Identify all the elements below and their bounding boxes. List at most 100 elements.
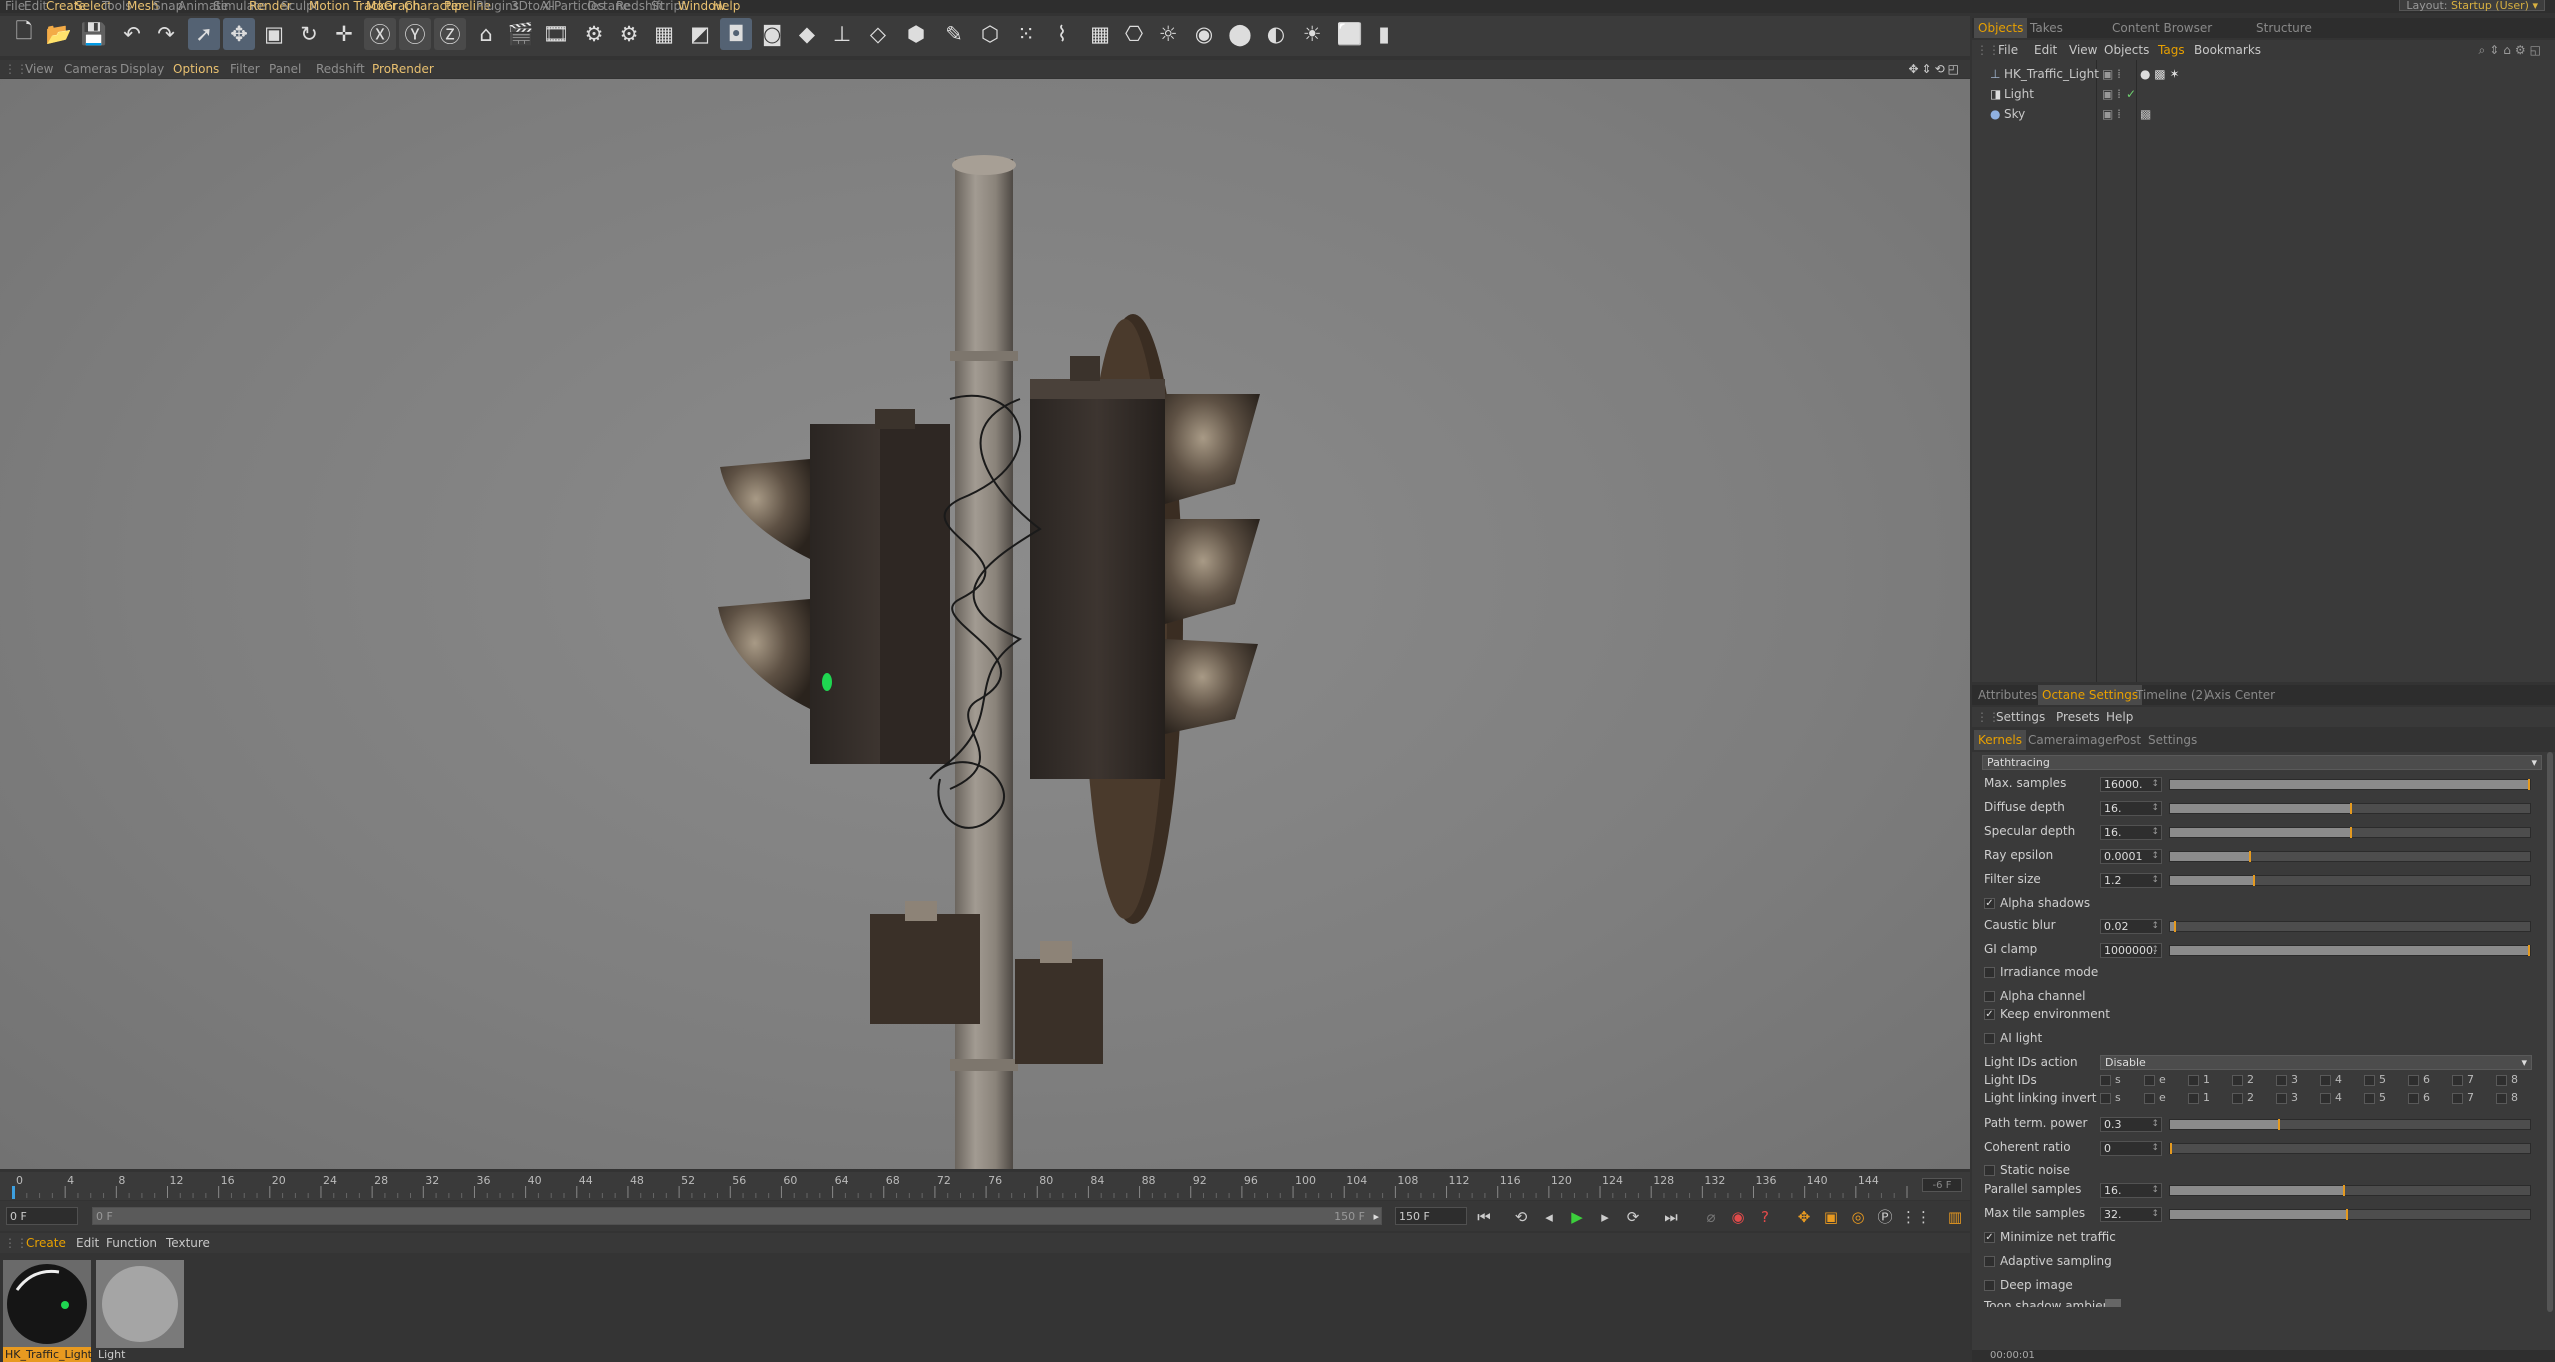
- end-frame-field[interactable]: 150 F: [1395, 1207, 1467, 1225]
- deformer-icon[interactable]: ⌇: [1046, 18, 1078, 50]
- object-menu-objects[interactable]: Objects: [2104, 40, 2149, 60]
- material-label-light[interactable]: Light: [96, 1347, 184, 1362]
- playhead[interactable]: [12, 1186, 15, 1199]
- slider-handle[interactable]: [2173, 921, 2176, 932]
- object-row-sky[interactable]: ● Sky ▣ ⁞ ▩: [1972, 104, 2555, 124]
- menu-file[interactable]: File: [5, 0, 25, 12]
- slider-handle[interactable]: [2346, 1209, 2349, 1220]
- light-id-4-checkbox[interactable]: [2320, 1075, 2331, 1086]
- tweak-mode-icon[interactable]: ◇: [862, 18, 894, 50]
- viewport-menu-cameras[interactable]: Cameras: [64, 60, 117, 78]
- light-linking-8-checkbox[interactable]: [2496, 1093, 2507, 1104]
- object-row-hk-traffic-light[interactable]: ⊥ HK_Traffic_Light ▣ ⁞ ● ▩ ✶: [1972, 64, 2555, 84]
- next-frame-icon[interactable]: ▸: [1594, 1206, 1616, 1228]
- settings-scrollbar[interactable]: [2547, 752, 2553, 1312]
- param-field[interactable]: 0.02: [2100, 919, 2162, 934]
- scale-key-icon[interactable]: ▣: [1820, 1206, 1842, 1228]
- param-field[interactable]: 16.: [2100, 801, 2162, 816]
- attr-menu-presets[interactable]: Presets: [2056, 707, 2100, 727]
- kernel-type-dropdown[interactable]: Pathtracing ▾: [1982, 755, 2542, 770]
- slider-handle[interactable]: [2342, 1185, 2345, 1196]
- object-row-light[interactable]: ◨ Light ▣ ⁞ ✓: [1972, 84, 2555, 104]
- irradiance-mode-checkbox[interactable]: [1984, 967, 1995, 978]
- subtab-settings[interactable]: Settings: [2144, 730, 2201, 750]
- visibility-dots-icon[interactable]: ▣ ⁞: [2102, 64, 2121, 84]
- tab-axis-center[interactable]: Axis Center: [2202, 685, 2279, 705]
- param-slider[interactable]: [2169, 827, 2531, 838]
- previous-key-icon[interactable]: ⟲: [1510, 1206, 1532, 1228]
- param-slider[interactable]: [2169, 1185, 2531, 1196]
- octane-material-icon[interactable]: ◐: [1260, 18, 1292, 50]
- param-field[interactable]: 16.: [2100, 825, 2162, 840]
- material-menu-function[interactable]: Function: [106, 1233, 157, 1253]
- alpha-channel-checkbox[interactable]: [1984, 991, 1995, 1002]
- param-field[interactable]: 16.: [2100, 1183, 2162, 1198]
- light-linking-1-checkbox[interactable]: [2188, 1093, 2199, 1104]
- viewport-nav-icons[interactable]: ✥⇕⟲◰: [1908, 60, 1962, 78]
- tab-objects[interactable]: Objects: [1974, 18, 2028, 38]
- param-slider[interactable]: [2169, 779, 2531, 790]
- visibility-dots-icon[interactable]: ▣ ⁞: [2102, 84, 2121, 104]
- light-id-1-checkbox[interactable]: [2188, 1075, 2199, 1086]
- z-axis-icon[interactable]: Ⓩ: [434, 18, 466, 50]
- coordinate-system-icon[interactable]: ⌂: [470, 18, 502, 50]
- slider-handle[interactable]: [2252, 875, 2255, 886]
- material-swatch-hk-traffic-light[interactable]: [3, 1260, 91, 1348]
- slider-handle[interactable]: [2170, 1143, 2172, 1154]
- subtab-cameraimager[interactable]: Cameraimager: [2024, 730, 2121, 750]
- undo-icon[interactable]: ↶: [116, 18, 148, 50]
- param-field[interactable]: 32.: [2100, 1207, 2162, 1222]
- light-linking-e-checkbox[interactable]: [2144, 1093, 2155, 1104]
- texture-mode-icon[interactable]: ◩: [684, 18, 716, 50]
- param-slider[interactable]: [2169, 1119, 2531, 1130]
- light-linking-4-checkbox[interactable]: [2320, 1093, 2331, 1104]
- pla-key-icon[interactable]: ⋮⋮: [1901, 1206, 1931, 1228]
- material-menu-texture[interactable]: Texture: [166, 1233, 210, 1253]
- keep-environment-checkbox[interactable]: ✓: [1984, 1009, 1995, 1020]
- go-to-end-icon[interactable]: ⏭: [1660, 1206, 1682, 1228]
- render-settings-icon[interactable]: ⚙: [613, 18, 645, 50]
- x-axis-icon[interactable]: Ⓧ: [364, 18, 396, 50]
- camera-icon[interactable]: ⎔: [1118, 18, 1150, 50]
- slider-handle[interactable]: [2249, 851, 2252, 862]
- light-id-s-checkbox[interactable]: [2100, 1075, 2111, 1086]
- param-slider[interactable]: [2169, 921, 2531, 932]
- minimize-net-traffic-checkbox[interactable]: ✓: [1984, 1232, 1995, 1243]
- object-manager-search-icon[interactable]: ⌕⇕⌂⚙◱: [2479, 40, 2546, 60]
- recent-tool-icon[interactable]: ✛: [328, 18, 360, 50]
- menu-edit[interactable]: Edit: [24, 0, 47, 12]
- viewport-menu-display[interactable]: Display: [120, 60, 164, 78]
- object-menu-view[interactable]: View: [2069, 40, 2097, 60]
- param-slider[interactable]: [2169, 945, 2531, 956]
- alpha-shadows-checkbox[interactable]: ✓: [1984, 898, 1995, 909]
- param-field[interactable]: 16000.: [2100, 777, 2162, 792]
- slider-handle[interactable]: [2528, 779, 2530, 790]
- param-slider[interactable]: [2169, 1209, 2531, 1220]
- material-menu-create[interactable]: Create: [26, 1233, 66, 1253]
- light-linking-6-checkbox[interactable]: [2408, 1093, 2419, 1104]
- object-menu-bookmarks[interactable]: Bookmarks: [2194, 40, 2261, 60]
- param-field[interactable]: 0.3: [2100, 1117, 2162, 1132]
- tab-octane-settings[interactable]: Octane Settings: [2038, 685, 2143, 705]
- enabled-check-icon[interactable]: ✓: [2126, 84, 2136, 104]
- param-field[interactable]: 0: [2100, 1141, 2162, 1156]
- go-to-start-icon[interactable]: ⏮: [1473, 1206, 1495, 1228]
- light-id-7-checkbox[interactable]: [2452, 1075, 2463, 1086]
- polygons-mode-icon[interactable]: ◆: [791, 18, 823, 50]
- pen-icon[interactable]: ✎: [938, 18, 970, 50]
- slider-handle[interactable]: [2278, 1119, 2280, 1130]
- light-linking-2-checkbox[interactable]: [2232, 1093, 2243, 1104]
- light-linking-s-checkbox[interactable]: [2100, 1093, 2111, 1104]
- position-key-icon[interactable]: ✥: [1793, 1206, 1815, 1228]
- visibility-dots-icon[interactable]: ▣ ⁞: [2102, 104, 2121, 124]
- array-icon[interactable]: ⁙: [1010, 18, 1042, 50]
- timeline-window-icon[interactable]: ▥: [1944, 1206, 1966, 1228]
- cube-icon[interactable]: ⬢: [900, 18, 932, 50]
- open-icon[interactable]: 📂: [43, 18, 75, 50]
- light-ids-action-dropdown[interactable]: Disable ▾: [2100, 1055, 2532, 1070]
- axis-mode-icon[interactable]: ⊥: [826, 18, 858, 50]
- material-tag-icon[interactable]: ● ▩ ✶: [2140, 64, 2180, 84]
- light-id-6-checkbox[interactable]: [2408, 1075, 2419, 1086]
- viewport-menu-options[interactable]: Options: [173, 60, 219, 78]
- object-name[interactable]: Sky: [2004, 104, 2025, 124]
